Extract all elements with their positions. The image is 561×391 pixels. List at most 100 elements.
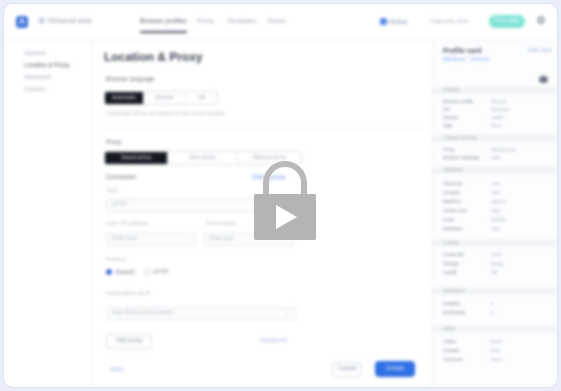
summary-key: Version: [443, 115, 459, 120]
summary-key: Tags: [443, 123, 453, 128]
tab-browser-profiles[interactable]: Browser profiles: [140, 18, 187, 33]
summary-section-cookies: Cookies: [433, 239, 557, 247]
cancel-button[interactable]: Cancel: [332, 362, 362, 377]
tab-templates[interactable]: Templates: [227, 18, 257, 25]
sidebar-item-advanced[interactable]: Advanced: [24, 75, 51, 81]
summary-value: Off: [491, 270, 497, 275]
host-placeholder: Enter host: [112, 236, 138, 242]
summary-value: Auto: [491, 208, 501, 213]
summary-value: Auto: [491, 190, 501, 195]
chevron-down-icon: ⌄: [184, 236, 190, 242]
advanced-link[interactable]: Advanced: [260, 338, 287, 344]
browser-language-label: Browser language: [106, 77, 155, 83]
summary-key: Cookie file: [443, 252, 465, 257]
workspace-avatar: [38, 17, 45, 24]
protocol-socks5-label: Socks5: [115, 270, 135, 276]
language-option-manual[interactable]: Manual: [144, 92, 186, 104]
status-text: Online: [389, 19, 408, 26]
summary-value: Windows: [491, 107, 510, 112]
summary-key: Author: [443, 339, 457, 344]
location-select[interactable]: Auto-fill by proxy location ⌄: [106, 307, 296, 320]
divider: [104, 129, 422, 130]
host-input[interactable]: Enter host ⌄: [106, 233, 196, 246]
status-icon: [380, 18, 387, 25]
back-link[interactable]: Back: [110, 367, 123, 373]
proxy-type-value: HTTP: [112, 202, 127, 208]
proxy-label: Proxy: [106, 140, 122, 146]
add-proxy-button[interactable]: Add proxy: [106, 334, 152, 349]
top-bar: A Personal area Browser profiles Proxy T…: [4, 4, 557, 41]
tab-proxy[interactable]: Proxy: [197, 18, 214, 25]
summary-key: Timezone: [443, 181, 463, 186]
proxy-option-saved[interactable]: Saved proxy: [105, 152, 169, 164]
summary-key: WebRTC: [443, 199, 462, 204]
summary-value: Chrome: [491, 99, 508, 104]
proxy-option-new[interactable]: New proxy: [168, 152, 238, 164]
sidebar-item-location-proxy[interactable]: Location & Proxy: [24, 63, 69, 69]
summary-section-general: General: [433, 86, 557, 94]
summary-value: Auto: [491, 226, 501, 231]
connection-label: Connection: [106, 175, 137, 181]
upgrade-link[interactable]: Upgrade plan: [430, 18, 469, 25]
sidebar-item-cookies[interactable]: Cookies: [24, 87, 46, 93]
app-logo: A: [16, 16, 28, 28]
summary-value: None: [491, 357, 502, 362]
host-label: Host / IP address: [106, 221, 149, 227]
page-title: Location & Proxy: [104, 50, 203, 64]
workspace-name: Personal area: [48, 18, 92, 25]
summary-key: Browser language: [443, 155, 480, 160]
language-segmented-control: Automatic Manual Off: [104, 91, 218, 105]
summary-key: Hardware: [443, 226, 463, 231]
lock-icon[interactable]: [253, 159, 317, 241]
tab-teams[interactable]: Teams: [267, 18, 286, 25]
protocol-http-label: HTTP: [153, 270, 169, 276]
summary-key: OS: [443, 107, 450, 112]
summary-key: Location: [443, 190, 461, 195]
protocol-radio-socks5[interactable]: Socks5: [106, 269, 135, 276]
summary-key: Created: [443, 348, 460, 353]
create-button[interactable]: Create: [375, 361, 415, 377]
profile-summary-panel: Profile card Windows · Chrome Edit card …: [432, 41, 557, 387]
summary-value: 0: [491, 301, 494, 306]
summary-section-notes: Notes: [433, 325, 557, 333]
summary-value: None: [491, 339, 502, 344]
summary-value: None: [491, 252, 502, 257]
summary-value: Auto: [491, 155, 501, 160]
settings-sidebar: General Location & Proxy Advanced Cookie…: [4, 41, 92, 387]
gear-icon[interactable]: ⚙: [536, 16, 546, 27]
radio-selected-icon: [106, 269, 112, 275]
summary-value: Auto: [491, 181, 501, 186]
summary-key: Bookmarks: [443, 310, 466, 315]
summary-title: Profile card: [443, 48, 482, 55]
chevron-down-icon: ⌄: [284, 310, 290, 316]
summary-section-location: Location & Proxy: [433, 134, 557, 142]
summary-key: Comment: [443, 357, 463, 362]
summary-key: Storage: [443, 261, 459, 266]
summary-key: Fonts: [443, 217, 455, 222]
edit-card-link[interactable]: Edit card: [528, 48, 552, 54]
protocol-label: Protocol: [106, 257, 127, 263]
language-option-automatic[interactable]: Automatic: [105, 92, 145, 104]
workspace-selector[interactable]: Personal area: [38, 17, 92, 25]
type-label: Type: [106, 188, 118, 194]
location-label: Geolocation via IP: [106, 291, 151, 297]
port-placeholder: Enter port: [210, 236, 235, 242]
summary-key: Screen size: [443, 208, 467, 213]
summary-section-advanced: Advanced: [433, 166, 557, 174]
lock-shackle: [263, 161, 307, 196]
sidebar-item-general[interactable]: General: [24, 51, 45, 57]
summary-subtitle: Windows · Chrome: [443, 57, 490, 63]
summary-section-extensions: Extensions: [433, 287, 557, 295]
summary-value: Saved proxy: [491, 147, 517, 152]
status-indicator[interactable]: Online: [380, 18, 408, 26]
protocol-radio-http[interactable]: HTTP: [144, 269, 169, 276]
app-window: A Personal area Browser profiles Proxy T…: [4, 4, 557, 387]
summary-toggle[interactable]: [539, 76, 548, 83]
plan-badge[interactable]: Free plan: [489, 15, 525, 28]
summary-value: Altered: [491, 199, 506, 204]
language-hint: Language will be set based on the proxy …: [106, 111, 225, 117]
summary-key: Autofill: [443, 270, 457, 275]
summary-value: Latest: [491, 115, 504, 120]
summary-value: Empty: [491, 261, 504, 266]
language-option-off[interactable]: Off: [186, 92, 217, 104]
